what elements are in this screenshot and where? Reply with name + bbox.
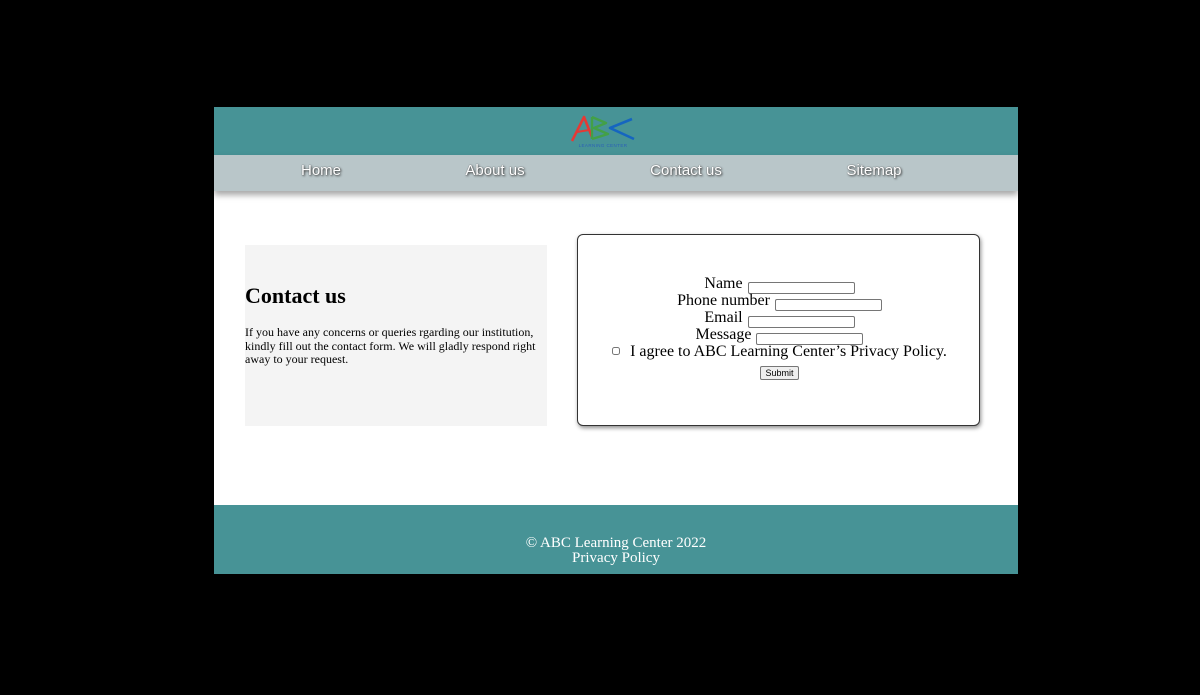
footer-copyright: © ABC Learning Center 2022 bbox=[525, 535, 707, 551]
nav-contact-us[interactable]: Contact us bbox=[650, 155, 722, 191]
name-row: Name bbox=[578, 275, 981, 294]
phone-label: Phone number bbox=[677, 292, 770, 309]
message-label: Message bbox=[695, 326, 752, 343]
nav-home[interactable]: Home bbox=[301, 155, 341, 191]
submit-button[interactable]: Submit bbox=[760, 366, 799, 380]
abc-logo[interactable]: LEARNING CENTER bbox=[570, 113, 636, 151]
agree-row: I agree to ABC Learning Center’s Privacy… bbox=[578, 343, 981, 360]
phone-row: Phone number bbox=[578, 292, 981, 311]
nav-about-us[interactable]: About us bbox=[465, 155, 524, 191]
name-label: Name bbox=[704, 275, 743, 292]
contact-intro-panel: Contact us If you have any concerns or q… bbox=[245, 245, 547, 426]
main-nav: Home About us Contact us Sitemap bbox=[214, 155, 1018, 191]
site-header: LEARNING CENTER bbox=[214, 107, 1018, 155]
website-frame: LEARNING CENTER Home About us Contact us… bbox=[214, 107, 1018, 574]
site-footer: © ABC Learning Center 2022 Privacy Polic… bbox=[214, 505, 1018, 574]
page-title: Contact us bbox=[245, 283, 346, 308]
intro-text: If you have any concerns or queries rgar… bbox=[245, 325, 536, 366]
privacy-agree-label: I agree to ABC Learning Center’s Privacy… bbox=[630, 343, 947, 360]
abc-logo-icon bbox=[570, 115, 635, 142]
email-label: Email bbox=[704, 309, 743, 326]
submit-row: Submit bbox=[578, 363, 981, 380]
message-row: Message bbox=[578, 326, 981, 345]
footer-privacy-link[interactable]: Privacy Policy bbox=[214, 550, 1018, 566]
logo-caption: LEARNING CENTER bbox=[578, 143, 628, 148]
nav-sitemap[interactable]: Sitemap bbox=[846, 155, 901, 191]
contact-form: Name Phone number Email Message I agree … bbox=[577, 234, 980, 426]
email-row: Email bbox=[578, 309, 981, 328]
privacy-agree-checkbox[interactable] bbox=[612, 347, 621, 355]
